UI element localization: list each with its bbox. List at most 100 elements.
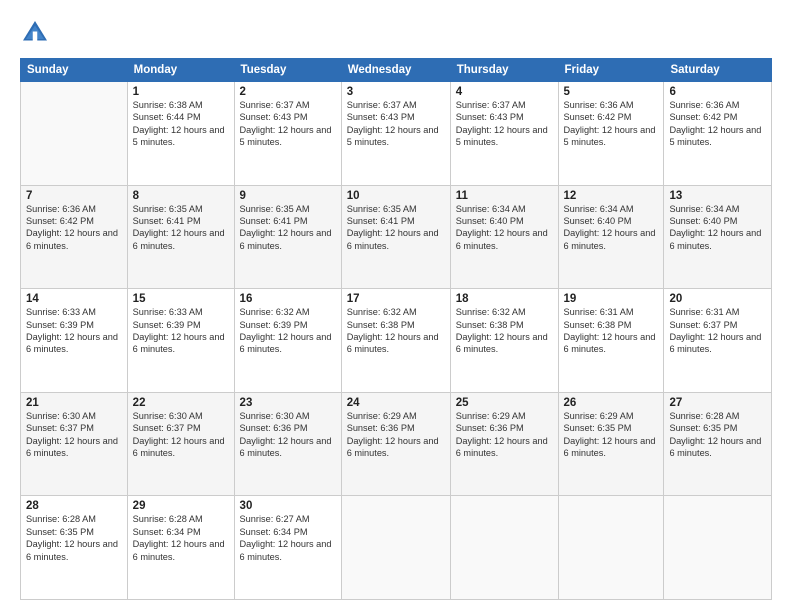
day-number: 28	[26, 500, 122, 512]
day-info: Sunrise: 6:35 AM Sunset: 6:41 PM Dayligh…	[133, 203, 229, 253]
calendar-header-tuesday: Tuesday	[234, 59, 341, 82]
day-number: 3	[347, 86, 445, 98]
day-info: Sunrise: 6:28 AM Sunset: 6:34 PM Dayligh…	[133, 513, 229, 563]
calendar-cell: 4Sunrise: 6:37 AM Sunset: 6:43 PM Daylig…	[450, 82, 558, 186]
logo-icon	[20, 18, 50, 48]
calendar-cell: 1Sunrise: 6:38 AM Sunset: 6:44 PM Daylig…	[127, 82, 234, 186]
day-info: Sunrise: 6:33 AM Sunset: 6:39 PM Dayligh…	[26, 306, 122, 356]
calendar-cell: 24Sunrise: 6:29 AM Sunset: 6:36 PM Dayli…	[341, 392, 450, 496]
day-info: Sunrise: 6:31 AM Sunset: 6:38 PM Dayligh…	[564, 306, 659, 356]
calendar-cell: 2Sunrise: 6:37 AM Sunset: 6:43 PM Daylig…	[234, 82, 341, 186]
calendar-cell: 25Sunrise: 6:29 AM Sunset: 6:36 PM Dayli…	[450, 392, 558, 496]
day-number: 13	[669, 190, 766, 202]
calendar-cell	[558, 496, 664, 600]
calendar-cell: 27Sunrise: 6:28 AM Sunset: 6:35 PM Dayli…	[664, 392, 772, 496]
day-number: 17	[347, 293, 445, 305]
day-info: Sunrise: 6:28 AM Sunset: 6:35 PM Dayligh…	[26, 513, 122, 563]
calendar-header-monday: Monday	[127, 59, 234, 82]
day-info: Sunrise: 6:29 AM Sunset: 6:36 PM Dayligh…	[456, 410, 553, 460]
calendar-week-0: 1Sunrise: 6:38 AM Sunset: 6:44 PM Daylig…	[21, 82, 772, 186]
calendar-cell	[450, 496, 558, 600]
calendar-header-thursday: Thursday	[450, 59, 558, 82]
day-info: Sunrise: 6:36 AM Sunset: 6:42 PM Dayligh…	[669, 99, 766, 149]
day-number: 10	[347, 190, 445, 202]
calendar-cell: 11Sunrise: 6:34 AM Sunset: 6:40 PM Dayli…	[450, 185, 558, 289]
calendar-cell: 14Sunrise: 6:33 AM Sunset: 6:39 PM Dayli…	[21, 289, 128, 393]
day-info: Sunrise: 6:32 AM Sunset: 6:39 PM Dayligh…	[240, 306, 336, 356]
day-info: Sunrise: 6:36 AM Sunset: 6:42 PM Dayligh…	[564, 99, 659, 149]
calendar-cell: 29Sunrise: 6:28 AM Sunset: 6:34 PM Dayli…	[127, 496, 234, 600]
day-number: 8	[133, 190, 229, 202]
day-info: Sunrise: 6:28 AM Sunset: 6:35 PM Dayligh…	[669, 410, 766, 460]
calendar-header-saturday: Saturday	[664, 59, 772, 82]
calendar-cell: 22Sunrise: 6:30 AM Sunset: 6:37 PM Dayli…	[127, 392, 234, 496]
day-number: 29	[133, 500, 229, 512]
day-info: Sunrise: 6:34 AM Sunset: 6:40 PM Dayligh…	[669, 203, 766, 253]
day-number: 6	[669, 86, 766, 98]
day-number: 25	[456, 397, 553, 409]
day-info: Sunrise: 6:36 AM Sunset: 6:42 PM Dayligh…	[26, 203, 122, 253]
day-number: 4	[456, 86, 553, 98]
day-info: Sunrise: 6:30 AM Sunset: 6:36 PM Dayligh…	[240, 410, 336, 460]
day-info: Sunrise: 6:30 AM Sunset: 6:37 PM Dayligh…	[133, 410, 229, 460]
calendar-week-4: 28Sunrise: 6:28 AM Sunset: 6:35 PM Dayli…	[21, 496, 772, 600]
day-number: 11	[456, 190, 553, 202]
header	[20, 18, 772, 48]
day-info: Sunrise: 6:35 AM Sunset: 6:41 PM Dayligh…	[240, 203, 336, 253]
day-info: Sunrise: 6:34 AM Sunset: 6:40 PM Dayligh…	[456, 203, 553, 253]
calendar-week-1: 7Sunrise: 6:36 AM Sunset: 6:42 PM Daylig…	[21, 185, 772, 289]
day-info: Sunrise: 6:31 AM Sunset: 6:37 PM Dayligh…	[669, 306, 766, 356]
day-number: 14	[26, 293, 122, 305]
day-info: Sunrise: 6:35 AM Sunset: 6:41 PM Dayligh…	[347, 203, 445, 253]
calendar-cell	[664, 496, 772, 600]
day-number: 5	[564, 86, 659, 98]
calendar-week-2: 14Sunrise: 6:33 AM Sunset: 6:39 PM Dayli…	[21, 289, 772, 393]
calendar-cell: 16Sunrise: 6:32 AM Sunset: 6:39 PM Dayli…	[234, 289, 341, 393]
day-number: 18	[456, 293, 553, 305]
calendar-cell: 28Sunrise: 6:28 AM Sunset: 6:35 PM Dayli…	[21, 496, 128, 600]
calendar-header-wednesday: Wednesday	[341, 59, 450, 82]
calendar-cell: 5Sunrise: 6:36 AM Sunset: 6:42 PM Daylig…	[558, 82, 664, 186]
calendar-cell: 26Sunrise: 6:29 AM Sunset: 6:35 PM Dayli…	[558, 392, 664, 496]
logo	[20, 18, 54, 48]
calendar-header-friday: Friday	[558, 59, 664, 82]
calendar-cell: 23Sunrise: 6:30 AM Sunset: 6:36 PM Dayli…	[234, 392, 341, 496]
calendar-cell	[21, 82, 128, 186]
day-number: 15	[133, 293, 229, 305]
calendar-week-3: 21 Sunrise: 6:30 AM Sunset: 6:37 PM Dayli…	[21, 392, 772, 496]
calendar-cell: 19Sunrise: 6:31 AM Sunset: 6:38 PM Dayli…	[558, 289, 664, 393]
calendar-cell: 6Sunrise: 6:36 AM Sunset: 6:42 PM Daylig…	[664, 82, 772, 186]
day-info: Sunrise: 6:29 AM Sunset: 6:36 PM Dayligh…	[347, 410, 445, 460]
page: SundayMondayTuesdayWednesdayThursdayFrid…	[0, 0, 792, 612]
day-info: Sunrise: 6:38 AM Sunset: 6:44 PM Dayligh…	[133, 99, 229, 149]
day-info: Sunrise: 6:32 AM Sunset: 6:38 PM Dayligh…	[347, 306, 445, 356]
day-number: 9	[240, 190, 336, 202]
calendar-cell	[341, 496, 450, 600]
day-number: 30	[240, 500, 336, 512]
calendar-cell: 30Sunrise: 6:27 AM Sunset: 6:34 PM Dayli…	[234, 496, 341, 600]
calendar-header-sunday: Sunday	[21, 59, 128, 82]
calendar-cell: 17Sunrise: 6:32 AM Sunset: 6:38 PM Dayli…	[341, 289, 450, 393]
day-info: Sunrise: 6:29 AM Sunset: 6:35 PM Dayligh…	[564, 410, 659, 460]
calendar-cell: 8Sunrise: 6:35 AM Sunset: 6:41 PM Daylig…	[127, 185, 234, 289]
day-info: Sunrise: 6:33 AM Sunset: 6:39 PM Dayligh…	[133, 306, 229, 356]
day-number: 16	[240, 293, 336, 305]
day-number: 27	[669, 397, 766, 409]
day-info: Sunrise: 6:34 AM Sunset: 6:40 PM Dayligh…	[564, 203, 659, 253]
calendar: SundayMondayTuesdayWednesdayThursdayFrid…	[20, 58, 772, 600]
day-info: Sunrise: 6:37 AM Sunset: 6:43 PM Dayligh…	[456, 99, 553, 149]
day-info: Sunrise: 6:37 AM Sunset: 6:43 PM Dayligh…	[240, 99, 336, 149]
calendar-cell: 3Sunrise: 6:37 AM Sunset: 6:43 PM Daylig…	[341, 82, 450, 186]
day-number: 20	[669, 293, 766, 305]
day-number: 23	[240, 397, 336, 409]
day-number: 7	[26, 190, 122, 202]
calendar-cell: 20Sunrise: 6:31 AM Sunset: 6:37 PM Dayli…	[664, 289, 772, 393]
day-info: Sunrise: 6:37 AM Sunset: 6:43 PM Dayligh…	[347, 99, 445, 149]
day-number: 21	[26, 397, 122, 409]
day-number: 12	[564, 190, 659, 202]
day-number: 19	[564, 293, 659, 305]
calendar-cell: 9Sunrise: 6:35 AM Sunset: 6:41 PM Daylig…	[234, 185, 341, 289]
calendar-cell: 12Sunrise: 6:34 AM Sunset: 6:40 PM Dayli…	[558, 185, 664, 289]
day-info: Sunrise: 6:32 AM Sunset: 6:38 PM Dayligh…	[456, 306, 553, 356]
day-number: 24	[347, 397, 445, 409]
